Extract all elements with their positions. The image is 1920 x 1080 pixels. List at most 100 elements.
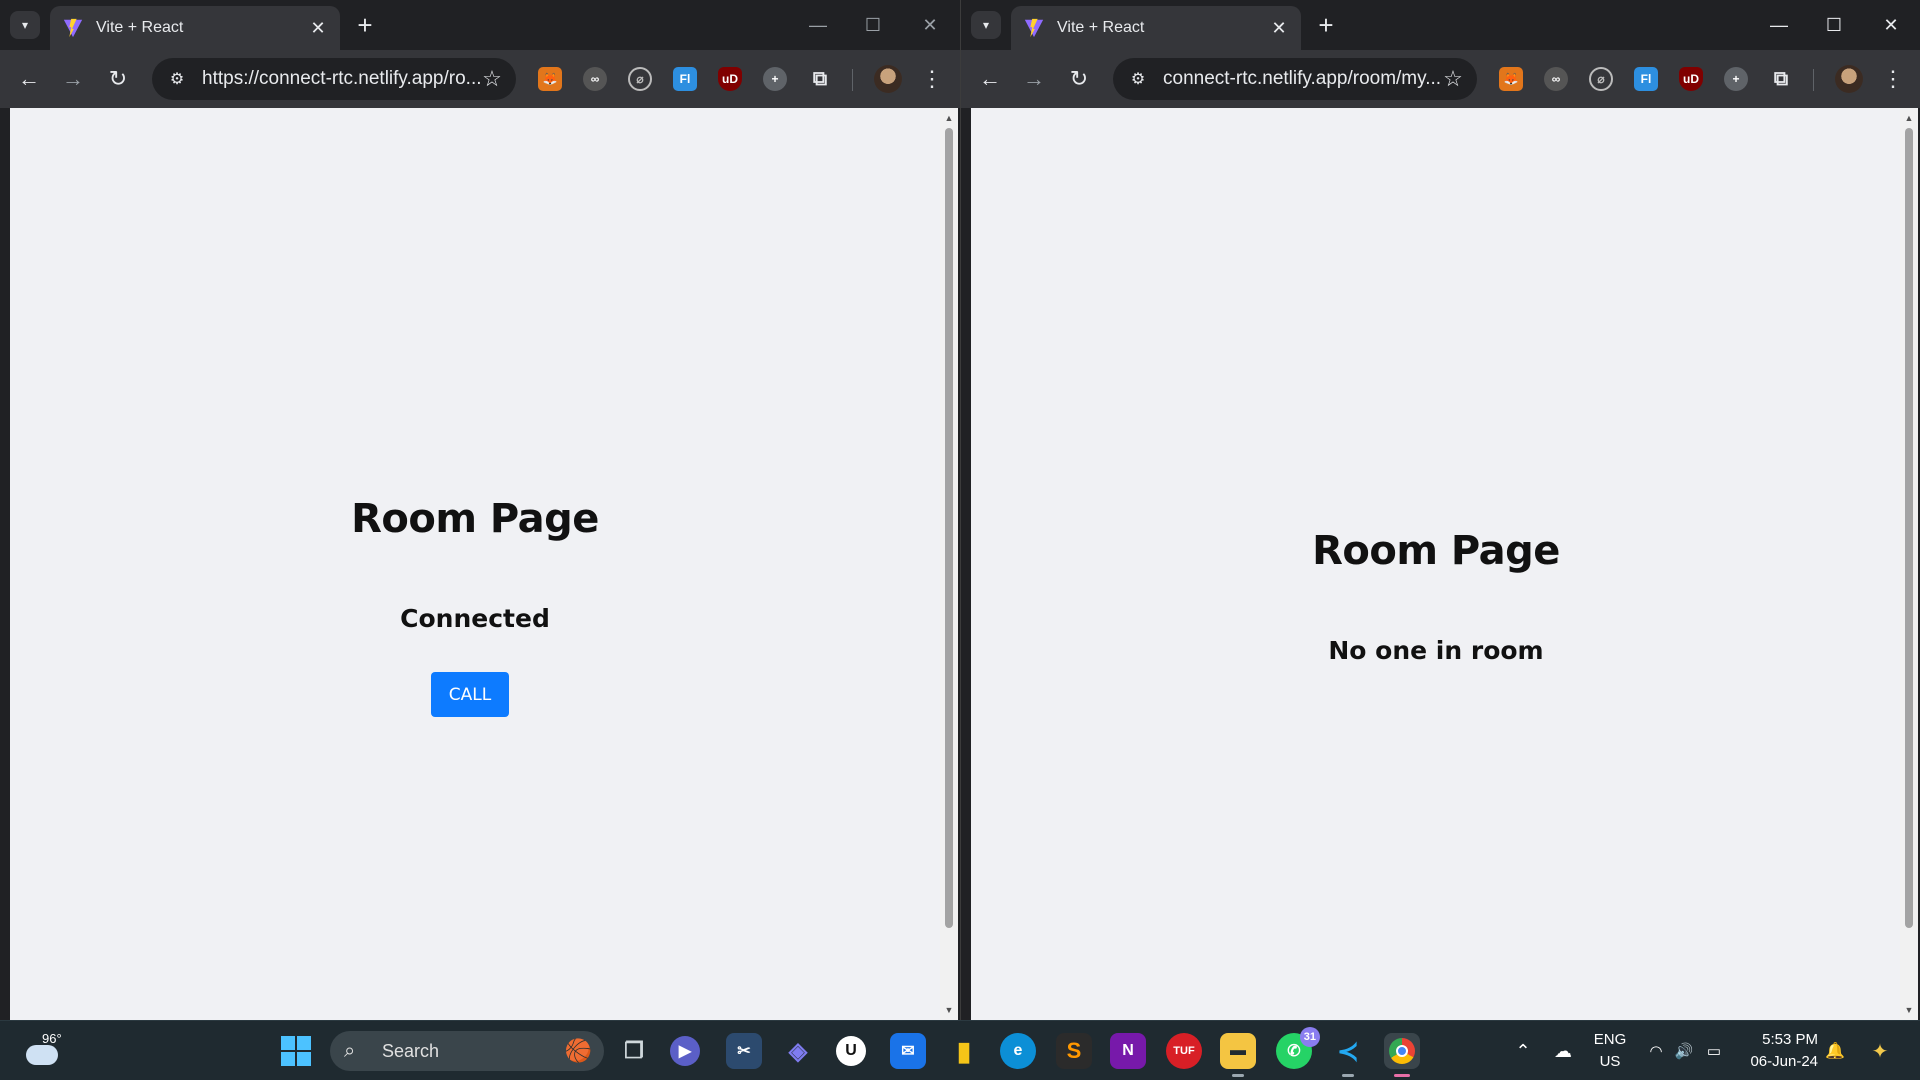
onedrive-icon[interactable]: ☁: [1548, 1021, 1578, 1080]
address-bar[interactable]: ⚙ connect-rtc.netlify.app/room/my... ☆: [1113, 58, 1477, 100]
onenote-icon[interactable]: N: [1110, 1033, 1146, 1069]
toolbar-divider: [1813, 69, 1814, 91]
toolbar-divider: [852, 69, 853, 91]
weather-widget[interactable]: 96°: [20, 1031, 68, 1071]
system-clock[interactable]: 5:53 PM 06-Jun-24: [1738, 1029, 1818, 1073]
mail-icon[interactable]: ✉: [890, 1033, 926, 1069]
battery-icon[interactable]: ▭: [1700, 1021, 1728, 1080]
tab-vite-react[interactable]: Vite + React ✕: [1011, 6, 1301, 50]
privacy-extension-icon[interactable]: ∞: [1544, 67, 1568, 91]
vscode-icon[interactable]: ≺: [1330, 1033, 1366, 1077]
wifi-icon[interactable]: ◠: [1644, 1021, 1668, 1080]
taskbar-search[interactable]: ⌕ Search 🏀: [330, 1031, 604, 1071]
ublock-extension-icon[interactable]: uD: [1679, 67, 1703, 91]
sublime-text-icon[interactable]: S: [1056, 1033, 1092, 1069]
url-text: https://connect-rtc.netlify.app/ro...: [202, 68, 480, 89]
ublock-extension-icon[interactable]: uD: [718, 67, 742, 91]
vite-icon: [1024, 18, 1044, 38]
profile-avatar[interactable]: [874, 65, 902, 93]
tab-strip: ▾ Vite + React ✕ + — ☐ ✕: [961, 0, 1920, 50]
back-button[interactable]: ←: [14, 64, 44, 94]
reload-button[interactable]: ↻: [103, 64, 133, 94]
tab-vite-react[interactable]: Vite + React ✕: [50, 6, 340, 50]
whatsapp-notification-badge: 31: [1299, 1027, 1320, 1047]
extensions-puzzle-icon[interactable]: ⧉: [1769, 67, 1793, 91]
bookmark-star-icon[interactable]: ☆: [1441, 66, 1465, 92]
privacy-extension-icon[interactable]: ∞: [583, 67, 607, 91]
minimize-button[interactable]: —: [798, 8, 838, 42]
extensions-puzzle-icon[interactable]: ⧉: [808, 67, 832, 91]
tab-search-button[interactable]: ▾: [971, 11, 1001, 39]
show-hidden-icons[interactable]: ⌃: [1508, 1021, 1538, 1080]
tab-search-button[interactable]: ▾: [10, 11, 40, 39]
new-tab-button[interactable]: +: [1311, 11, 1341, 39]
close-tab-icon[interactable]: ✕: [1269, 18, 1289, 38]
snipping-tool-icon[interactable]: ✂: [726, 1033, 762, 1069]
language-indicator[interactable]: ENG US: [1592, 1029, 1628, 1073]
browser-toolbar: ← → ↻ ⚙ connect-rtc.netlify.app/room/my.…: [961, 50, 1920, 108]
back-button[interactable]: ←: [975, 64, 1005, 94]
power-bi-icon[interactable]: ▮: [946, 1033, 982, 1069]
compass-extension-icon[interactable]: ⌀: [628, 67, 652, 91]
forward-button[interactable]: →: [1019, 64, 1049, 94]
metamask-extension-icon[interactable]: 🦊: [538, 67, 562, 91]
maximize-button[interactable]: ☐: [1814, 8, 1854, 42]
browser-menu-icon[interactable]: ⋮: [1882, 65, 1904, 93]
profile-avatar[interactable]: [1835, 65, 1863, 93]
desktop: ▾ Vite + React ✕ + — ☐ ✕ ← → ↻ ⚙ https:/…: [0, 0, 1920, 1080]
site-info-icon[interactable]: ⚙: [166, 68, 188, 90]
edge-icon[interactable]: e: [1000, 1033, 1036, 1069]
scroll-down-icon[interactable]: ▼: [1900, 1002, 1918, 1018]
notification-bell-icon[interactable]: 🔔: [1822, 1021, 1848, 1080]
copilot-icon[interactable]: ◈: [780, 1033, 816, 1069]
active-indicator: [1232, 1074, 1244, 1077]
metamask-extension-icon[interactable]: 🦊: [1499, 67, 1523, 91]
add-extension-icon[interactable]: +: [763, 67, 787, 91]
address-bar[interactable]: ⚙ https://connect-rtc.netlify.app/ro... …: [152, 58, 516, 100]
volume-icon[interactable]: 🔊: [1672, 1021, 1696, 1080]
close-tab-icon[interactable]: ✕: [308, 18, 328, 38]
scroll-up-icon[interactable]: ▲: [1900, 110, 1918, 126]
page-content: Room Page Connected CALL: [10, 108, 940, 1020]
scrollbar-thumb[interactable]: [945, 128, 953, 928]
fl-extension-icon[interactable]: Fl: [673, 67, 697, 91]
bookmark-star-icon[interactable]: ☆: [480, 66, 504, 92]
start-button[interactable]: [278, 1033, 314, 1069]
forward-button[interactable]: →: [58, 64, 88, 94]
clock-date: 06-Jun-24: [1750, 1053, 1818, 1070]
url-text: connect-rtc.netlify.app/room/my...: [1163, 68, 1441, 89]
scrollbar[interactable]: ▲ ▼: [940, 108, 958, 1020]
cloud-icon: [26, 1045, 58, 1065]
new-tab-button[interactable]: +: [350, 11, 380, 39]
call-button[interactable]: CALL: [431, 672, 509, 717]
add-extension-icon[interactable]: +: [1724, 67, 1748, 91]
tab-strip: ▾ Vite + React ✕ + — ☐ ✕: [0, 0, 960, 50]
search-icon: ⌕: [344, 1039, 356, 1062]
active-indicator: [1394, 1074, 1410, 1077]
scrollbar-thumb[interactable]: [1905, 128, 1913, 928]
copilot-pre-icon[interactable]: ✦: [1862, 1021, 1898, 1080]
teams-chat-icon[interactable]: ▶: [670, 1036, 700, 1066]
scroll-down-icon[interactable]: ▼: [940, 1002, 958, 1018]
compass-extension-icon[interactable]: ⌀: [1589, 67, 1613, 91]
site-info-icon[interactable]: ⚙: [1127, 68, 1149, 90]
tuf-icon[interactable]: TUF: [1166, 1033, 1202, 1069]
whatsapp-icon[interactable]: ✆ 31: [1276, 1027, 1320, 1069]
task-view-icon[interactable]: ❐: [616, 1033, 652, 1069]
search-highlight-icon: 🏀: [564, 1038, 592, 1063]
search-label: Search: [382, 1040, 440, 1061]
reload-button[interactable]: ↻: [1064, 64, 1094, 94]
browser-menu-icon[interactable]: ⋮: [921, 65, 943, 93]
maximize-button[interactable]: ☐: [853, 8, 893, 42]
u-app-icon[interactable]: U: [836, 1036, 866, 1066]
scrollbar[interactable]: ▲ ▼: [1900, 108, 1918, 1020]
close-window-button[interactable]: ✕: [910, 8, 950, 42]
chrome-icon[interactable]: [1384, 1033, 1420, 1077]
fl-extension-icon[interactable]: Fl: [1634, 67, 1658, 91]
minimize-button[interactable]: —: [1759, 8, 1799, 42]
scroll-up-icon[interactable]: ▲: [940, 110, 958, 126]
close-window-button[interactable]: ✕: [1871, 8, 1911, 42]
file-explorer-icon[interactable]: ▬: [1220, 1033, 1256, 1077]
tab-title: Vite + React: [96, 19, 184, 36]
browser-window-left: ▾ Vite + React ✕ + — ☐ ✕ ← → ↻ ⚙ https:/…: [0, 0, 960, 1020]
